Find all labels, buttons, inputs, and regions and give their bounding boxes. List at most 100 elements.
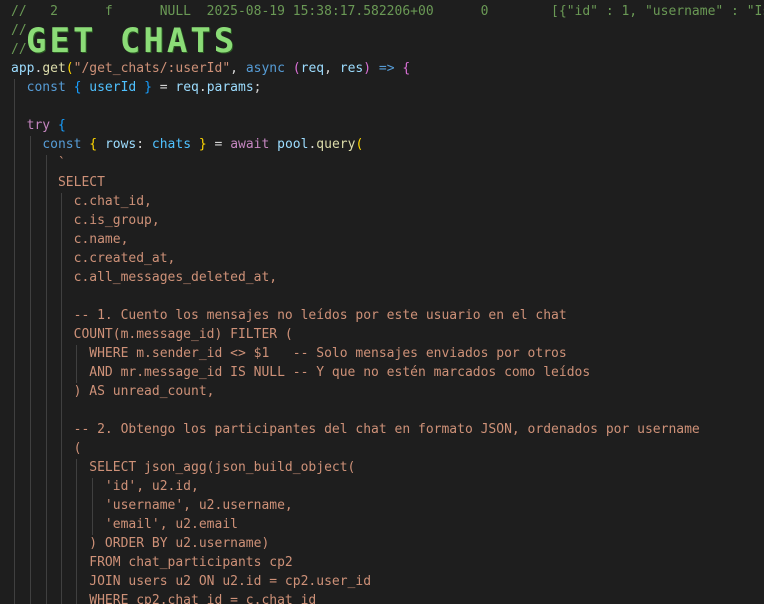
code-token: . (198, 80, 207, 95)
code-line[interactable]: FROM chat_participants cp2 (11, 553, 764, 572)
code-token: : (136, 137, 152, 152)
code-token: } (198, 137, 207, 152)
code-token: -- 2. Obtengo los participantes del chat… (11, 422, 700, 437)
code-line[interactable]: ( (11, 439, 764, 458)
code-token: ` (11, 156, 66, 171)
code-line[interactable]: c.name, (11, 230, 764, 249)
code-token: { (402, 61, 411, 76)
code-line[interactable]: ` (11, 154, 764, 173)
ascii-banner-comment: GET CHATS (26, 21, 238, 61)
code-token: = (151, 80, 176, 95)
code-line[interactable]: WHERE cp2.chat_id = c.chat_id (11, 591, 764, 604)
code-token: ( (65, 61, 74, 76)
code-line[interactable]: // 2 f NULL 2025-08-19 15:38:17.582206+0… (11, 2, 764, 21)
code-token: chats (151, 137, 192, 152)
code-line[interactable]: 'username', u2.username, (11, 496, 764, 515)
code-line[interactable]: COUNT(m.message_id) FILTER ( (11, 325, 764, 344)
code-line[interactable]: WHERE m.sender_id <> $1 -- Solo mensajes… (11, 344, 764, 363)
code-line[interactable]: c.is_group, (11, 211, 764, 230)
code-token: app (11, 61, 35, 76)
code-token: , (230, 61, 246, 76)
code-token: => (378, 61, 395, 76)
code-token: COUNT(m.message_id) FILTER ( (11, 327, 293, 342)
code-token: query (316, 137, 356, 152)
code-editor[interactable]: // 2 f NULL 2025-08-19 15:38:17.582206+0… (0, 0, 764, 604)
code-line[interactable]: AND mr.message_id IS NULL -- Y que no es… (11, 363, 764, 382)
code-token: const (26, 80, 66, 95)
code-line[interactable]: c.created_at, (11, 249, 764, 268)
code-token: = (206, 137, 231, 152)
code-line[interactable]: 'email', u2.email (11, 515, 764, 534)
code-token: const (42, 137, 82, 152)
code-line[interactable] (11, 97, 764, 116)
code-token: // 2 f NULL 2025-08-19 15:38:17.582206+0… (11, 4, 764, 19)
code-token: SELECT (11, 175, 105, 190)
code-token: get (42, 61, 66, 76)
code-line[interactable]: SELECT (11, 173, 764, 192)
code-token: { (57, 118, 66, 133)
code-token: 'email', u2.email (11, 517, 238, 532)
code-line[interactable]: JOIN users u2 ON u2.id = cp2.user_id (11, 572, 764, 591)
code-token: WHERE m.sender_id <> $1 -- Solo mensajes… (11, 346, 567, 361)
code-token: c.created_at, (11, 251, 176, 266)
code-token: res (339, 61, 364, 76)
code-token: ( (11, 441, 82, 456)
code-token: WHERE cp2.chat_id = c.chat_id (11, 593, 317, 604)
code-token: params (206, 80, 254, 95)
code-token: -- 1. Cuento los mensajes no leídos por … (11, 308, 567, 323)
code-token: SELECT json_agg(json_build_object( (11, 460, 356, 475)
code-line[interactable] (11, 401, 764, 420)
code-line[interactable] (11, 287, 764, 306)
code-token: ) AS unread_count, (11, 384, 215, 399)
code-token: try (26, 118, 51, 133)
code-token: await (230, 137, 270, 152)
code-line[interactable]: c.all_messages_deleted_at, (11, 268, 764, 287)
code-line[interactable]: const { userId } = req.params; (11, 78, 764, 97)
code-token: rows (104, 137, 137, 152)
code-line[interactable]: 'id', u2.id, (11, 477, 764, 496)
code-line[interactable]: ) ORDER BY u2.username) (11, 534, 764, 553)
code-token: // (11, 42, 27, 57)
code-token: // (11, 23, 27, 38)
code-token: 'username', u2.username, (11, 498, 293, 513)
code-token: req (175, 80, 199, 95)
code-token: ; (253, 80, 262, 95)
code-token: userId (89, 80, 137, 95)
code-token: c.chat_id, (11, 194, 152, 209)
code-token: 'id', u2.id, (11, 479, 199, 494)
code-token: AND mr.message_id IS NULL -- Y que no es… (11, 365, 591, 380)
code-token: ( (292, 61, 301, 76)
code-token: , (324, 61, 340, 76)
code-token: ( (355, 137, 364, 152)
code-line[interactable]: try { (11, 116, 764, 135)
code-line[interactable]: c.chat_id, (11, 192, 764, 211)
code-token: c.name, (11, 232, 129, 247)
code-line[interactable]: -- 1. Cuento los mensajes no leídos por … (11, 306, 764, 325)
code-token: { (89, 137, 98, 152)
code-token: c.is_group, (11, 213, 160, 228)
code-line[interactable]: -- 2. Obtengo los participantes del chat… (11, 420, 764, 439)
code-line[interactable]: const { rows: chats } = await pool.query… (11, 135, 764, 154)
code-token: ) (363, 61, 372, 76)
code-token: ) ORDER BY u2.username) (11, 536, 270, 551)
code-token: FROM chat_participants cp2 (11, 555, 293, 570)
code-token: req (300, 61, 325, 76)
code-line[interactable]: SELECT json_agg(json_build_object( (11, 458, 764, 477)
code-line[interactable]: ) AS unread_count, (11, 382, 764, 401)
code-token: } (144, 80, 152, 95)
code-token: JOIN users u2 ON u2.id = cp2.user_id (11, 574, 372, 589)
code-token: c.all_messages_deleted_at, (11, 270, 278, 285)
code-token: pool (277, 137, 309, 152)
code-token: "/get_chats/:userId" (73, 61, 231, 76)
code-token: async (245, 61, 285, 76)
